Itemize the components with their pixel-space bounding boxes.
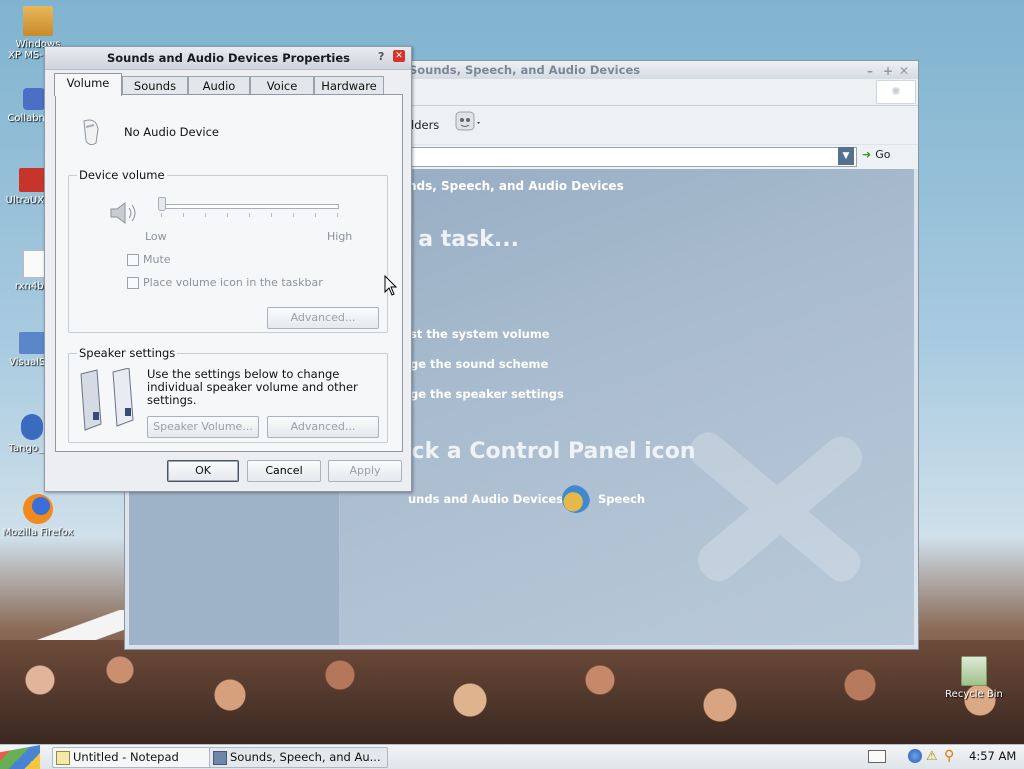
sound-properties-dialog[interactable]: Sounds and Audio Devices Properties ? ✕ … <box>44 46 412 492</box>
tab-volume[interactable]: Volume <box>54 73 122 96</box>
taskbar: Untitled - Notepad Sounds, Speech, and A… <box>0 744 1024 769</box>
desktop-icon-label: Recycle Bin <box>945 689 1003 700</box>
slider-tick <box>161 213 162 217</box>
tab-sounds[interactable]: Sounds <box>122 76 188 95</box>
cp-icon-speech[interactable]: Speech <box>598 492 645 506</box>
background-crowd <box>0 640 1024 744</box>
speech-icon <box>562 485 590 513</box>
notepad-icon <box>56 751 70 765</box>
tango-icon <box>21 414 43 440</box>
desktop-icon-label: Mozilla Firefox <box>2 527 74 538</box>
slider-low-label: Low <box>145 230 167 243</box>
mute-label: Mute <box>143 253 171 266</box>
close-button[interactable]: ✕ <box>393 50 405 62</box>
slider-tick <box>249 213 250 217</box>
address-dropdown-button[interactable]: ▼ <box>838 147 854 165</box>
window-title: Sounds, Speech, and Audio Devices <box>409 63 641 77</box>
volume-slider-track[interactable] <box>161 204 339 209</box>
speaker-settings-label: Speaker settings <box>77 346 178 360</box>
taskbar-item-notepad[interactable]: Untitled - Notepad <box>52 747 224 768</box>
device-name: No Audio Device <box>124 125 219 139</box>
volume-tab-panel: No Audio Device Device volume Low High M… <box>55 94 403 452</box>
tab-hardware[interactable]: Hardware <box>314 76 384 95</box>
volume-advanced-button[interactable]: Advanced... <box>267 307 379 329</box>
network-icon[interactable] <box>908 749 922 763</box>
category-view: nds, Speech, and Audio Devices k a task.… <box>340 169 914 645</box>
mouse-cursor-icon <box>384 275 398 296</box>
box-icon <box>23 6 53 36</box>
monitor-icon <box>19 168 45 192</box>
taskbar-item-label: Untitled - Notepad <box>73 750 179 764</box>
slider-tick <box>293 213 294 217</box>
tools-watermark-icon <box>689 432 863 582</box>
tab-audio[interactable]: Audio <box>188 76 250 95</box>
desktop-icon-firefox[interactable]: Mozilla Firefox <box>0 494 76 538</box>
recycle-bin-icon <box>961 656 987 686</box>
speaker-volume-icon <box>110 202 136 224</box>
dialog-titlebar[interactable]: Sounds and Audio Devices Properties ? ✕ <box>45 47 411 70</box>
document-icon <box>23 250 45 278</box>
apply-button[interactable]: Apply <box>328 460 402 482</box>
tab-voice[interactable]: Voice <box>250 76 314 95</box>
slider-high-label: High <box>327 230 353 243</box>
ok-button[interactable]: OK <box>167 460 239 482</box>
desktop-icon-recycle-bin[interactable]: Recycle Bin <box>936 656 1012 700</box>
speaker-volume-button[interactable]: Speaker Volume... <box>147 416 259 438</box>
pick-task-heading: k a task... <box>396 227 519 252</box>
dialog-title: Sounds and Audio Devices Properties <box>107 51 351 65</box>
views-icon[interactable] <box>454 109 482 137</box>
help-button[interactable]: ? <box>378 50 384 63</box>
collabnet-icon <box>23 88 45 110</box>
close-button[interactable]: ✕ <box>899 62 909 80</box>
firefox-icon <box>23 494 53 524</box>
clock: 4:57 AM <box>969 749 1017 763</box>
maximize-button[interactable]: + <box>883 62 893 80</box>
speaker-settings-description: Use the settings below to change individ… <box>147 367 358 407</box>
category-heading: nds, Speech, and Audio Devices <box>408 179 624 193</box>
folders-button[interactable]: lders <box>411 118 439 132</box>
place-icon-checkbox[interactable] <box>127 277 139 289</box>
cancel-button[interactable]: Cancel <box>247 460 321 482</box>
volume-slider-thumb[interactable] <box>158 197 166 211</box>
start-button[interactable] <box>0 745 40 769</box>
slider-tick <box>271 213 272 217</box>
throbber-icon: ✺ <box>876 80 916 104</box>
slider-tick <box>315 213 316 217</box>
headset-icon <box>83 119 99 146</box>
pick-icon-heading: ick a Control Panel icon <box>404 439 696 464</box>
slider-tick <box>227 213 228 217</box>
taskbar-item-sounds[interactable]: Sounds, Speech, and Au... <box>209 747 388 768</box>
search-icon[interactable]: ⚲ <box>944 748 954 764</box>
keyboard-icon[interactable] <box>868 750 886 763</box>
go-button[interactable]: ➜ Go <box>862 148 890 161</box>
go-arrow-icon: ➜ <box>862 148 872 161</box>
cp-icon-sounds[interactable]: unds and Audio Devices <box>408 492 563 506</box>
task-link-volume[interactable]: st the system volume <box>410 327 550 341</box>
device-volume-group: Device volume Low High Mute Place volume… <box>68 168 388 333</box>
speaker-settings-group: Speaker settings Use the settings below … <box>68 346 388 443</box>
device-volume-label: Device volume <box>77 168 167 182</box>
taskbar-item-label: Sounds, Speech, and Au... <box>230 750 381 764</box>
control-panel-icon <box>213 751 227 765</box>
slider-tick <box>337 213 338 217</box>
go-label: Go <box>875 148 891 161</box>
slider-tick <box>205 213 206 217</box>
speakers-icon <box>80 368 134 431</box>
mute-checkbox[interactable] <box>127 254 139 266</box>
task-link-speaker-settings[interactable]: ge the speaker settings <box>410 387 564 401</box>
slider-tick <box>183 213 184 217</box>
warning-icon[interactable]: ⚠ <box>926 749 938 764</box>
place-icon-label: Place volume icon in the taskbar <box>143 276 323 289</box>
speaker-advanced-button[interactable]: Advanced... <box>267 416 379 438</box>
task-link-sound-scheme[interactable]: ge the sound scheme <box>410 357 548 371</box>
minimize-button[interactable]: – <box>867 62 873 80</box>
folder-icon <box>19 332 45 354</box>
